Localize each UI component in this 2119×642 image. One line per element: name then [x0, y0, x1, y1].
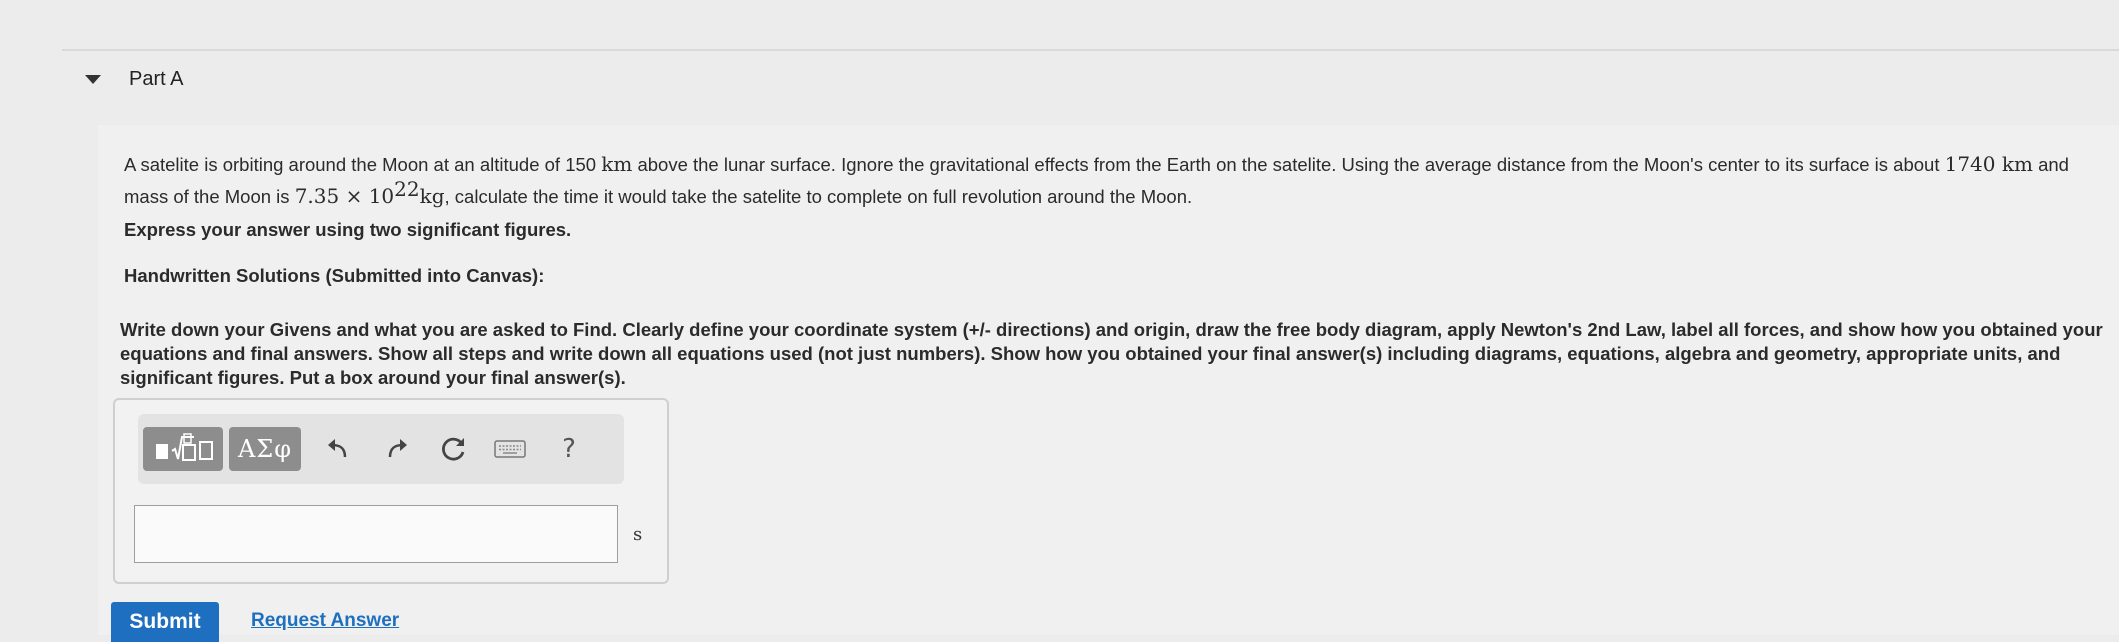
problem-text-2: above the lunar surface. Ignore the grav…: [632, 154, 1945, 175]
answer-input[interactable]: [134, 505, 618, 563]
unit-km: km: [601, 152, 633, 176]
help-button[interactable]: ?: [549, 427, 589, 471]
part-header[interactable]: Part A: [85, 64, 183, 94]
templates-icon: [156, 433, 213, 461]
problem-statement: A satelite is orbiting around the Moon a…: [124, 152, 2109, 209]
templates-button[interactable]: [143, 427, 223, 471]
reset-button[interactable]: [434, 427, 474, 471]
undo-icon: [328, 439, 347, 458]
moon-radius-value: 1740: [1944, 152, 2002, 176]
undo-button[interactable]: [318, 427, 358, 471]
request-answer-link[interactable]: Request Answer: [251, 610, 399, 632]
math-toolbar: ΑΣφ ?: [138, 414, 624, 484]
symbols-button[interactable]: ΑΣφ: [229, 427, 301, 471]
unit-kg: kg: [419, 184, 445, 209]
answer-box: ΑΣφ ? s: [113, 398, 669, 584]
section-divider: [62, 49, 2119, 51]
solution-instructions: Write down your Givens and what you are …: [120, 319, 2103, 388]
sigfig-instruction: Express your answer using two significan…: [124, 219, 572, 240]
moon-mass-exponent: 22: [394, 177, 420, 201]
keyboard-button[interactable]: [490, 427, 530, 471]
submit-button[interactable]: Submit: [111, 602, 219, 642]
answer-unit: s: [633, 524, 643, 545]
handwritten-heading: Handwritten Solutions (Submitted into Ca…: [124, 265, 545, 286]
part-title: Part A: [129, 67, 184, 90]
problem-text-1: A satelite is orbiting around the Moon a…: [124, 154, 602, 175]
collapse-caret-icon[interactable]: [85, 74, 101, 84]
problem-text-4: , calculate the time it would take the s…: [444, 186, 1193, 208]
reset-icon: [442, 437, 465, 461]
unit-km: km: [2001, 152, 2033, 176]
redo-icon: [388, 439, 407, 458]
moon-mass-mantissa: 7.35 × 10: [294, 184, 395, 209]
redo-button[interactable]: [377, 427, 417, 471]
keyboard-icon: [494, 440, 526, 458]
